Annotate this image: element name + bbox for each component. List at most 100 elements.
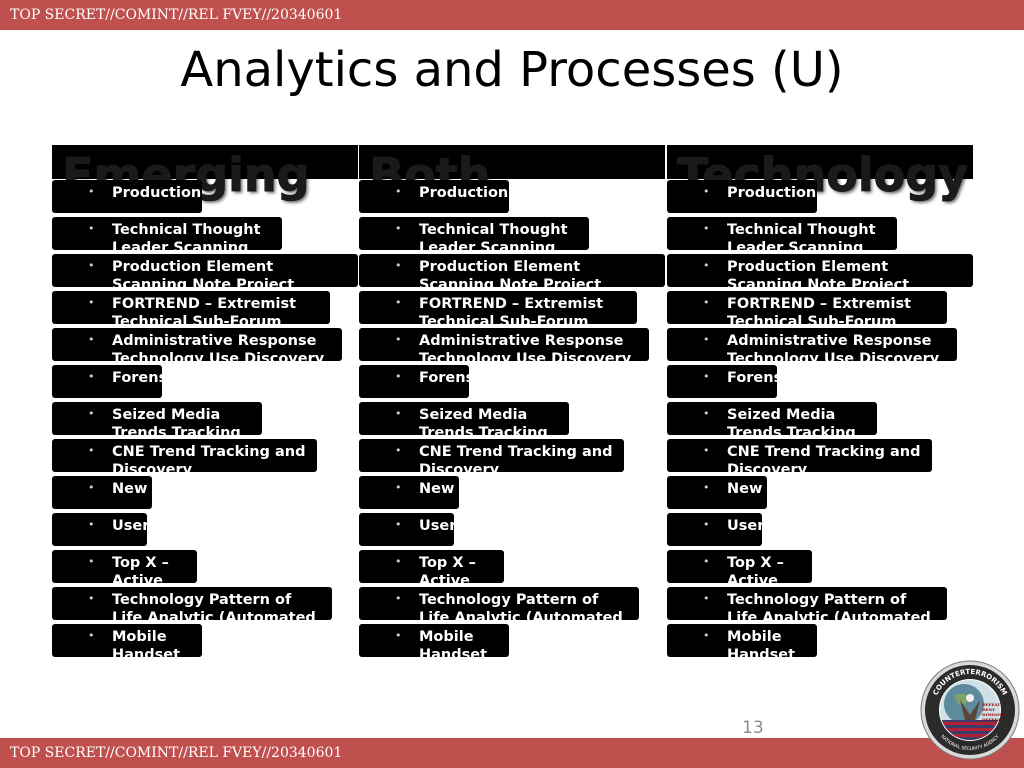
list-item-label: Technical Thought Leader Scanning [727, 222, 876, 250]
bullet-icon: • [395, 407, 402, 420]
bullet-icon: • [395, 185, 402, 198]
bullet-icon: • [88, 444, 95, 457]
list-item-label: New [419, 481, 455, 497]
list-item-label: User [419, 518, 454, 534]
list-item-label: Top X – Active [419, 555, 476, 583]
list-item: • Seized Media Trends Tracking [52, 402, 262, 435]
bullet-icon: • [88, 370, 95, 383]
list-item: • Top X – Active [52, 550, 197, 583]
bullet-icon: • [395, 444, 402, 457]
list-item: • FORTREND – Extremist Technical Sub-Foru… [52, 291, 330, 324]
bullet-icon: • [703, 222, 710, 235]
bullet-icon: • [703, 333, 710, 346]
list-item: • Technical Thought Leader Scanning [52, 217, 282, 250]
list-item: • Technology Pattern of Life Analytic (Au… [359, 587, 639, 620]
list-item-label: Technical Thought Leader Scanning [112, 222, 261, 250]
bullet-icon: • [703, 259, 710, 272]
list-item: • FORTREND – Extremist Technical Sub-Foru… [667, 291, 947, 324]
list-item: • Mobile Handset [667, 624, 817, 657]
list-item: • Seized Media Trends Tracking [359, 402, 569, 435]
list-item: • Technology Pattern of Life Analytic (Au… [667, 587, 947, 620]
bullet-icon: • [395, 296, 402, 309]
list-item-label: FORTREND – Extremist Technical Sub-Forum [727, 296, 912, 324]
list-item: • Forensic [52, 365, 162, 398]
list-item: • Production Element Scanning Note Projec… [359, 254, 665, 287]
list-item-label: FORTREND – Extremist Technical Sub-Forum [419, 296, 604, 324]
list-item-label: New [112, 481, 148, 497]
bullet-icon: • [703, 444, 710, 457]
list-item-label: Seized Media Trends Tracking [419, 407, 548, 435]
bullet-icon: • [395, 518, 402, 531]
list-item: • CNE Trend Tracking and Discovery [359, 439, 624, 472]
bullet-icon: • [395, 555, 402, 568]
bullet-icon: • [88, 407, 95, 420]
list-item-label: Technology Pattern of Life Analytic (Aut… [112, 592, 316, 620]
list-item-label: CNE Trend Tracking and Discovery [727, 444, 921, 472]
bullet-icon: • [703, 185, 710, 198]
list-item: • Technical Thought Leader Scanning [359, 217, 589, 250]
list-item-label: New [727, 481, 763, 497]
list-item-label: Administrative Response Technology Use D… [419, 333, 632, 361]
bullet-icon: • [88, 333, 95, 346]
list-item: • Mobile Handset [359, 624, 509, 657]
list-item: • Top X – Active [667, 550, 812, 583]
bullet-icon: • [395, 629, 402, 642]
bullet-icon: • [395, 259, 402, 272]
column-both: Both • Production • Technical Thought Lead… [359, 145, 665, 665]
bullet-icon: • [88, 222, 95, 235]
list-item-label: Forensic [112, 370, 162, 386]
slide-title: Analytics and Processes (U) [180, 42, 844, 98]
list-item-label: Administrative Response Technology Use D… [112, 333, 325, 361]
list-item-label: User [727, 518, 762, 534]
list-item-label: Mobile Handset [112, 629, 181, 657]
page-number: 13 [742, 718, 764, 738]
list-item: • User [359, 513, 454, 546]
bullet-icon: • [703, 629, 710, 642]
list-item: • Forensic [359, 365, 469, 398]
list-item: • User [52, 513, 147, 546]
list-item: • Mobile Handset [52, 624, 202, 657]
list-item-label: Production [727, 185, 817, 201]
bullet-icon: • [395, 592, 402, 605]
list-item: • Administrative Response Technology Use … [359, 328, 649, 361]
list-item-label: Administrative Response Technology Use D… [727, 333, 940, 361]
bullet-icon: • [88, 296, 95, 309]
list-item-label: Forensic [727, 370, 777, 386]
seal-center-text: DEFEND [982, 717, 1002, 722]
list-item-label: Top X – Active [112, 555, 169, 583]
list-item: • New [359, 476, 459, 509]
bullet-icon: • [88, 481, 95, 494]
list-item-label: Forensic [419, 370, 469, 386]
bullet-icon: • [88, 185, 95, 198]
list-item-label: CNE Trend Tracking and Discovery [112, 444, 306, 472]
list-item: • Administrative Response Technology Use … [667, 328, 957, 361]
list-item-label: Technical Thought Leader Scanning [419, 222, 568, 250]
list-item-label: FORTREND – Extremist Technical Sub-Forum [112, 296, 297, 324]
column-technology: Technology • Production • Technical Though… [667, 145, 973, 665]
list-item-label: Production Element Scanning Note Project [419, 259, 602, 287]
bullet-icon: • [88, 259, 95, 272]
bullet-icon: • [703, 407, 710, 420]
list-item: • Top X – Active [359, 550, 504, 583]
list-item: • Technology Pattern of Life Analytic (Au… [52, 587, 332, 620]
bullet-icon: • [88, 592, 95, 605]
list-item-label: CNE Trend Tracking and Discovery [419, 444, 613, 472]
list-item-label: Technology Pattern of Life Analytic (Aut… [419, 592, 623, 620]
bullet-icon: • [88, 629, 95, 642]
bullet-icon: • [88, 555, 95, 568]
list-item: • Production Element Scanning Note Projec… [52, 254, 358, 287]
list-item: • FORTREND – Extremist Technical Sub-Foru… [359, 291, 637, 324]
bullet-icon: • [703, 518, 710, 531]
list-item: • Production [52, 180, 202, 213]
column-emerging: Emerging • Production • Technical Thought … [52, 145, 358, 665]
list-item: • New [667, 476, 767, 509]
list-item-label: User [112, 518, 147, 534]
bullet-icon: • [703, 370, 710, 383]
list-item: • Seized Media Trends Tracking [667, 402, 877, 435]
list-item: • Forensic [667, 365, 777, 398]
list-item: • Administrative Response Technology Use … [52, 328, 342, 361]
bullet-icon: • [703, 555, 710, 568]
bullet-icon: • [395, 481, 402, 494]
list-item: • Technical Thought Leader Scanning [667, 217, 897, 250]
bullet-icon: • [395, 370, 402, 383]
